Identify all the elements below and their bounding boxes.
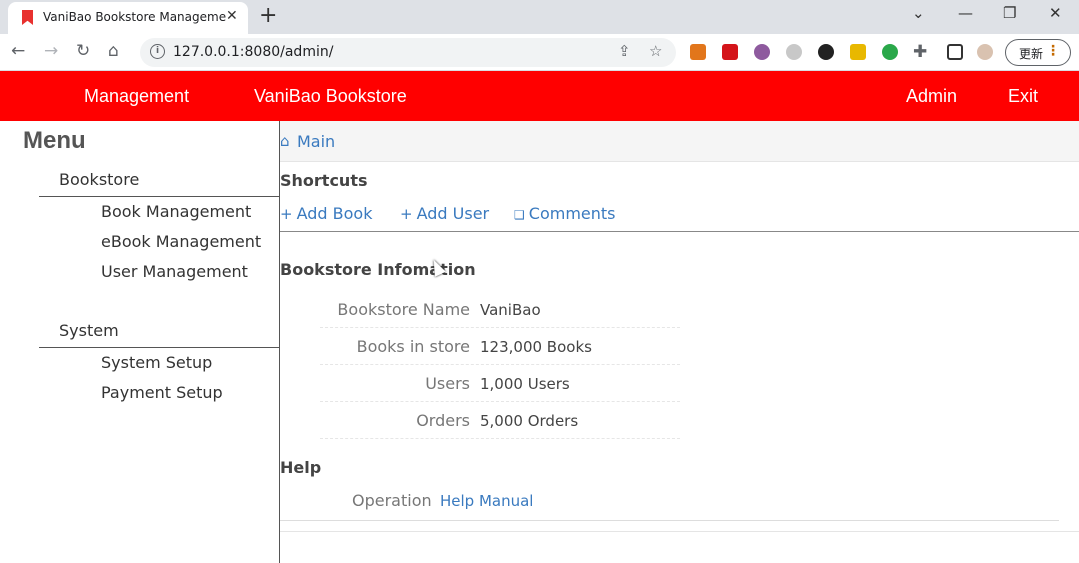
purple-extension-icon[interactable]	[754, 44, 770, 60]
share-icon[interactable]: ⇪	[618, 42, 631, 60]
help-manual-link[interactable]: Help Manual	[440, 492, 533, 510]
green-extension-icon[interactable]	[882, 44, 898, 60]
nav-exit[interactable]: Exit	[1008, 86, 1038, 107]
info-row-orders: Orders 5,000 Orders	[320, 402, 680, 439]
tab-title: VaniBao Bookstore Management	[43, 10, 226, 24]
reload-icon[interactable]: ↻	[76, 41, 90, 61]
info-value: VaniBao	[480, 301, 541, 319]
home-icon[interactable]: ⌂	[108, 41, 119, 61]
new-tab-button[interactable]: +	[259, 3, 277, 28]
yellow-extension-icon[interactable]	[850, 44, 866, 60]
help-heading: Help	[280, 458, 322, 477]
shortcuts-heading: Shortcuts	[280, 171, 368, 190]
sidebar-section-bookstore[interactable]: Bookstore	[39, 170, 280, 197]
info-row-name: Bookstore Name VaniBao	[320, 291, 680, 328]
info-row-books: Books in store 123,000 Books	[320, 328, 680, 365]
site-info-icon[interactable]: i	[150, 44, 165, 59]
info-label: Users	[425, 374, 470, 393]
side-panel-icon[interactable]	[947, 44, 963, 60]
restore-button[interactable]: ❐	[1003, 4, 1016, 22]
play-extension-icon[interactable]	[818, 44, 834, 60]
sidebar-section-label: System	[59, 321, 119, 340]
tab-close-icon[interactable]: ✕	[226, 8, 238, 24]
sidebar-item-ebook-management[interactable]: eBook Management	[101, 232, 261, 251]
pdf-extension-icon[interactable]	[722, 44, 738, 60]
plus-icon: +	[400, 205, 413, 223]
home-icon: ⌂	[280, 132, 290, 150]
app-header: Management VaniBao Bookstore Admin Exit	[0, 71, 1079, 121]
sidebar-item-book-management[interactable]: Book Management	[101, 202, 251, 221]
divider	[280, 520, 1059, 521]
info-label: Bookstore Name	[337, 300, 470, 319]
update-button[interactable]: 更新 ⋮	[1005, 39, 1071, 66]
sidebar-item-system-setup[interactable]: System Setup	[101, 353, 212, 372]
info-value: 5,000 Orders	[480, 412, 579, 430]
nav-brand[interactable]: VaniBao Bookstore	[254, 86, 407, 107]
avatar[interactable]	[977, 44, 993, 60]
breadcrumb: ⌂ Main	[280, 121, 1079, 162]
sidebar: Menu Bookstore Book Management eBook Man…	[0, 121, 280, 563]
metamask-extension-icon[interactable]	[690, 44, 706, 60]
info-heading: Bookstore Infomation	[280, 260, 476, 279]
sidebar-section-label: Bookstore	[59, 170, 140, 189]
breadcrumb-main-link[interactable]: Main	[297, 132, 335, 151]
back-icon[interactable]: ←	[11, 41, 25, 61]
info-value: 123,000 Books	[480, 338, 592, 356]
bookmark-favicon-icon	[22, 10, 33, 25]
nav-management[interactable]: Management	[84, 86, 189, 107]
bookmark-star-icon[interactable]: ☆	[649, 42, 662, 60]
tab-search-icon[interactable]: ⌄	[912, 4, 925, 22]
divider	[280, 531, 1079, 532]
forward-icon[interactable]: →	[44, 41, 58, 61]
nav-admin[interactable]: Admin	[906, 86, 957, 107]
more-menu-icon[interactable]: ⋮	[1046, 43, 1060, 59]
browser-tab[interactable]: VaniBao Bookstore Management ✕	[8, 2, 248, 34]
menu-title: Menu	[23, 127, 86, 154]
browser-toolbar: ← → ↻ ⌂ i 127.0.0.1:8080/admin/ ⇪ ☆ ✚ 更新…	[0, 34, 1079, 71]
info-label: Books in store	[356, 337, 470, 356]
add-book-link[interactable]: + Add Book	[280, 204, 372, 223]
comments-link[interactable]: ❑ Comments	[514, 204, 616, 223]
help-label: Operation	[352, 491, 432, 510]
info-label: Orders	[416, 411, 470, 430]
address-bar[interactable]: i 127.0.0.1:8080/admin/ ⇪ ☆	[140, 38, 676, 67]
url-text[interactable]: 127.0.0.1:8080/admin/	[173, 44, 333, 60]
extensions-puzzle-icon[interactable]: ✚	[913, 42, 927, 62]
divider	[280, 231, 1079, 232]
sidebar-item-payment-setup[interactable]: Payment Setup	[101, 383, 223, 402]
main-content: ⌂ Main Shortcuts + Add Book + Add User ❑ Co…	[280, 121, 1079, 563]
sidebar-section-system[interactable]: System	[39, 321, 280, 348]
minimize-button[interactable]: —	[958, 4, 973, 22]
plus-icon: +	[280, 205, 293, 223]
window-close-button[interactable]: ✕	[1049, 4, 1062, 22]
info-value: 1,000 Users	[480, 375, 570, 393]
comment-icon: ❑	[514, 208, 525, 222]
browser-tab-bar: VaniBao Bookstore Management ✕ + ⌄ — ❐ ✕	[0, 0, 1079, 34]
sidebar-item-user-management[interactable]: User Management	[101, 262, 248, 281]
gray-extension-icon[interactable]	[786, 44, 802, 60]
info-row-users: Users 1,000 Users	[320, 365, 680, 402]
add-user-link[interactable]: + Add User	[400, 204, 489, 223]
update-label: 更新	[1019, 47, 1044, 61]
